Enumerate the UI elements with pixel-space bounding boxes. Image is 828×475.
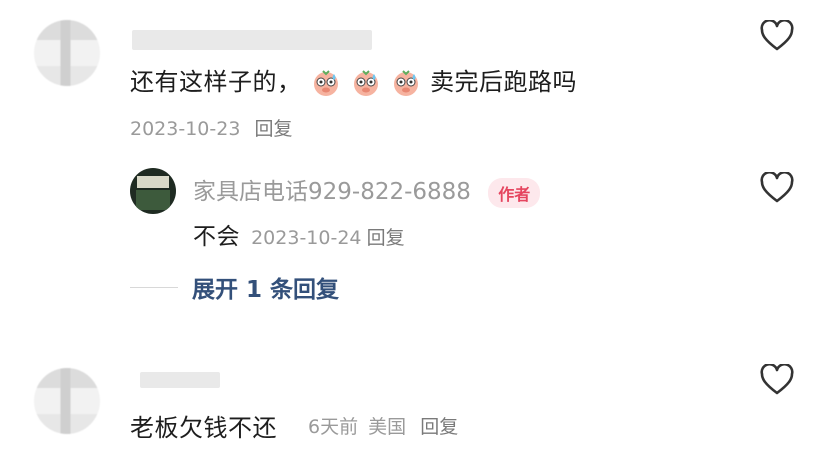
avatar[interactable]: [34, 20, 100, 86]
like-button[interactable]: [760, 18, 794, 52]
comment-date: 6天前: [308, 416, 359, 438]
reply-button[interactable]: 回复: [367, 227, 405, 249]
expand-divider: [130, 287, 178, 288]
reply-button[interactable]: 回复: [420, 416, 458, 438]
storefront-sign: [137, 176, 169, 188]
username-blurred[interactable]: [140, 372, 220, 388]
heart-outline-icon: [760, 18, 794, 51]
author-reply-date: 2023-10-24: [251, 227, 362, 249]
expand-replies-button[interactable]: 展开 1 条回复: [192, 270, 339, 304]
author-avatar[interactable]: [130, 168, 176, 214]
storefront: [136, 190, 170, 210]
sweat-pig-emoji-icon: [313, 70, 338, 96]
heart-outline-icon: [760, 170, 794, 203]
comment-text: 老板欠钱不还: [130, 414, 277, 442]
comment-location: 美国: [368, 416, 407, 438]
heart-outline-icon: [760, 362, 794, 395]
like-button[interactable]: [760, 362, 794, 396]
like-button[interactable]: [760, 170, 794, 204]
avatar[interactable]: [34, 368, 100, 434]
comment-meta: 2023-10-23 回复: [130, 114, 292, 141]
reply-button[interactable]: 回复: [254, 118, 292, 140]
author-name-row: 家具店电话929-822-6888 作者: [193, 172, 541, 208]
author-reply-text: 不会: [193, 224, 240, 250]
sweat-pig-emoji-icon: [393, 70, 418, 96]
username-blurred[interactable]: [132, 30, 372, 50]
author-name[interactable]: 家具店电话929-822-6888: [193, 179, 471, 205]
author-badge: 作者: [488, 177, 541, 208]
emoji-group: [310, 68, 430, 96]
comment-text-before: 还有这样子的，: [130, 68, 302, 96]
author-reply-content: 不会 2023-10-24 回复: [193, 217, 405, 251]
comment-text: 还有这样子的， 卖完后跑路吗: [130, 62, 577, 98]
comment-text-after: 卖完后跑路吗: [430, 68, 578, 96]
comment-date: 2023-10-23: [130, 118, 241, 140]
sweat-pig-emoji-icon: [353, 70, 378, 96]
comment-meta: 6天前 美国 回复: [308, 412, 458, 439]
